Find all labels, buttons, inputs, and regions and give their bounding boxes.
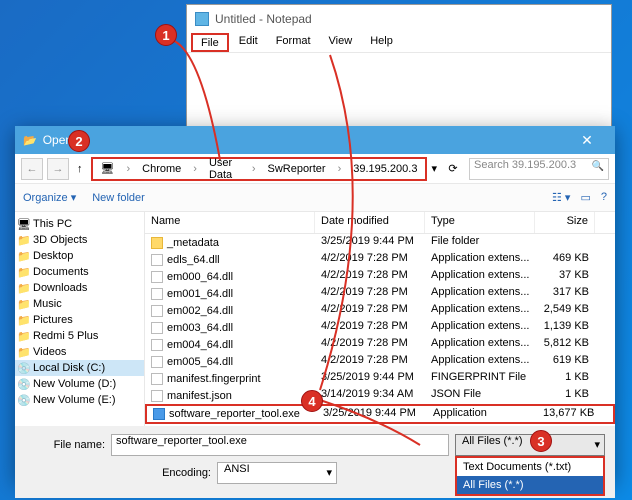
column-headers[interactable]: Name Date modified Type Size [145, 212, 615, 234]
filter-opt-all[interactable]: All Files (*.*) [457, 476, 603, 494]
file-icon [151, 356, 163, 368]
folder-icon: 💿 [17, 362, 29, 374]
filename-label: File name: [25, 439, 105, 451]
filetype-popup: Text Documents (*.txt) All Files (*.*) [455, 456, 605, 496]
file-icon [151, 271, 163, 283]
file-row[interactable]: manifest.json3/14/2019 9:34 AMJSON File1… [145, 387, 615, 404]
tree-item[interactable]: 📁Pictures [15, 312, 144, 328]
menu-format[interactable]: Format [268, 33, 319, 52]
bottom-panel: File name: software_reporter_tool.exe Al… [15, 426, 615, 498]
menu-edit[interactable]: Edit [231, 33, 266, 52]
open-dialog: 📂 Open ✕ ← → ↑ 🖥 › Chrome› User Data› Sw… [15, 126, 615, 482]
menu-view[interactable]: View [321, 33, 361, 52]
file-icon [151, 390, 163, 402]
tree-item[interactable]: 📁Desktop [15, 248, 144, 264]
file-icon [151, 254, 163, 266]
file-row[interactable]: em004_64.dll4/2/2019 7:28 PMApplication … [145, 336, 615, 353]
help-icon[interactable]: ? [601, 191, 607, 204]
folder-icon: 📁 [17, 266, 29, 278]
forward-button[interactable]: → [47, 158, 69, 180]
crumb-1[interactable]: Chrome [138, 161, 185, 177]
file-row[interactable]: em005_64.dll4/2/2019 7:28 PMApplication … [145, 353, 615, 370]
folder-icon: 💿 [17, 378, 29, 390]
folder-icon: 📁 [17, 234, 29, 246]
filter-opt-txt[interactable]: Text Documents (*.txt) [457, 458, 603, 476]
search-input[interactable]: Search 39.195.200.3 [469, 158, 609, 180]
tree-item[interactable]: 📁Music [15, 296, 144, 312]
notepad-titlebar[interactable]: Untitled - Notepad [187, 5, 611, 33]
folder-icon: 📁 [17, 330, 29, 342]
tree-item[interactable]: 📁3D Objects [15, 232, 144, 248]
up-button[interactable]: ↑ [73, 163, 87, 175]
folder-icon: 💿 [17, 394, 29, 406]
folder-icon: 📂 [23, 134, 37, 147]
encoding-label: Encoding: [131, 467, 211, 479]
toolbar: Organize ▾ New folder ☷ ▾ ▭ ? [15, 184, 615, 212]
callout-3: 3 [530, 430, 552, 452]
callout-4: 4 [301, 390, 323, 412]
tree-item[interactable]: 💿Local Disk (C:) [15, 360, 144, 376]
col-name[interactable]: Name [145, 212, 315, 233]
file-icon [153, 408, 165, 420]
tree-item[interactable]: 💿New Volume (E:) [15, 392, 144, 408]
file-row[interactable]: software_reporter_tool.exe3/25/2019 9:44… [145, 404, 615, 424]
file-icon [151, 237, 163, 249]
view-icon[interactable]: ☷ ▾ [552, 191, 570, 204]
folder-icon: 🖥 [17, 218, 29, 230]
nav-row: ← → ↑ 🖥 › Chrome› User Data› SwReporter›… [15, 154, 615, 184]
callout-1: 1 [155, 24, 177, 46]
col-size[interactable]: Size [535, 212, 595, 233]
breadcrumb[interactable]: 🖥 › Chrome› User Data› SwReporter› 39.19… [91, 157, 428, 181]
file-icon [151, 339, 163, 351]
tree-item[interactable]: 📁Redmi 5 Plus [15, 328, 144, 344]
folder-icon: 📁 [17, 282, 29, 294]
folder-icon: 📁 [17, 298, 29, 310]
col-type[interactable]: Type [425, 212, 535, 233]
file-list: Name Date modified Type Size _metadata3/… [145, 212, 615, 426]
open-titlebar[interactable]: 📂 Open ✕ [15, 126, 615, 154]
tree-item[interactable]: 🖥This PC [15, 216, 144, 232]
organize-button[interactable]: Organize ▾ [23, 191, 76, 204]
file-row[interactable]: em000_64.dll4/2/2019 7:28 PMApplication … [145, 268, 615, 285]
folder-icon: 📁 [17, 314, 29, 326]
close-button[interactable]: ✕ [567, 132, 607, 149]
col-date[interactable]: Date modified [315, 212, 425, 233]
notepad-icon [195, 12, 209, 26]
tree-item[interactable]: 💿New Volume (D:) [15, 376, 144, 392]
file-icon [151, 305, 163, 317]
file-row[interactable]: _metadata3/25/2019 9:44 PMFile folder [145, 234, 615, 251]
crumb-2[interactable]: User Data [205, 155, 244, 183]
crumb-3[interactable]: SwReporter [263, 161, 329, 177]
file-row[interactable]: em002_64.dll4/2/2019 7:28 PMApplication … [145, 302, 615, 319]
pc-icon: 🖥 [97, 160, 119, 177]
menu-help[interactable]: Help [362, 33, 401, 52]
callout-2: 2 [68, 130, 90, 152]
notepad-menubar: File Edit Format View Help [187, 33, 611, 53]
file-row[interactable]: manifest.fingerprint3/25/2019 9:44 PMFIN… [145, 370, 615, 387]
notepad-title: Untitled - Notepad [215, 12, 312, 26]
folder-icon: 📁 [17, 250, 29, 262]
crumb-4[interactable]: 39.195.200.3 [349, 161, 421, 177]
menu-file[interactable]: File [191, 33, 229, 52]
refresh-button[interactable]: ⟳ [441, 158, 465, 180]
back-button[interactable]: ← [21, 158, 43, 180]
file-row[interactable]: em003_64.dll4/2/2019 7:28 PMApplication … [145, 319, 615, 336]
tree-item[interactable]: 📁Videos [15, 344, 144, 360]
tree-item[interactable]: 📁Downloads [15, 280, 144, 296]
folder-tree[interactable]: 🖥This PC📁3D Objects📁Desktop📁Documents📁Do… [15, 212, 145, 426]
newfolder-button[interactable]: New folder [92, 192, 145, 204]
file-icon [151, 373, 163, 385]
folder-icon: 📁 [17, 346, 29, 358]
file-icon [151, 288, 163, 300]
file-icon [151, 322, 163, 334]
dropdown-icon[interactable]: ▾ [431, 162, 437, 175]
preview-icon[interactable]: ▭ [580, 191, 590, 204]
filename-input[interactable]: software_reporter_tool.exe [111, 434, 449, 456]
file-row[interactable]: edls_64.dll4/2/2019 7:28 PMApplication e… [145, 251, 615, 268]
file-row[interactable]: em001_64.dll4/2/2019 7:28 PMApplication … [145, 285, 615, 302]
encoding-dropdown[interactable]: ANSI [217, 462, 337, 484]
tree-item[interactable]: 📁Documents [15, 264, 144, 280]
